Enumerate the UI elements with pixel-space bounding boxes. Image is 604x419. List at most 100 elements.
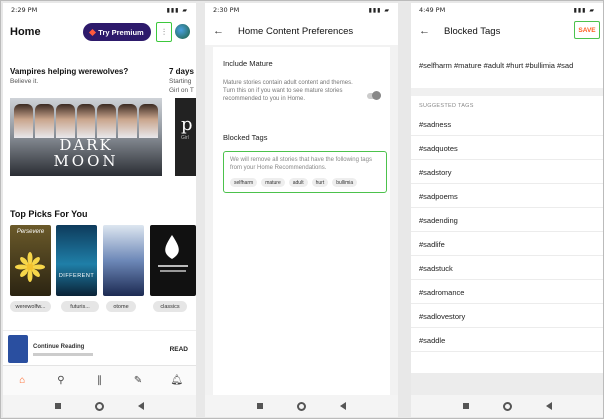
tag-chip: hurt — [311, 178, 329, 187]
story-title[interactable]: Vampires helping werewolves? — [10, 67, 128, 76]
recents-icon[interactable] — [462, 403, 469, 409]
content-preferences-button[interactable]: ⫶ — [156, 22, 172, 42]
suggested-tag-item[interactable]: #sadstuck — [411, 256, 603, 280]
blocked-tags-description: We will remove all stories that have the… — [230, 157, 372, 171]
avatar[interactable] — [175, 24, 190, 39]
write-icon[interactable]: ✎ — [131, 374, 145, 388]
include-mature-toggle[interactable] — [367, 91, 381, 100]
page-title: Blocked Tags — [444, 25, 501, 37]
home-icon[interactable]: ⌂ — [15, 374, 29, 388]
tag-chip: bullimia — [332, 178, 358, 187]
home-nav-icon[interactable] — [502, 401, 512, 411]
status-bar: 2:30 PM ▮▮▮ ▰ — [205, 3, 398, 17]
tag-chip: mature — [261, 178, 285, 187]
pick-tag-chip-4[interactable]: classics — [153, 301, 187, 312]
android-nav-bar — [3, 395, 196, 417]
status-time: 2:30 PM — [213, 6, 240, 14]
cover2-text: Girl — [181, 135, 189, 141]
suggested-tag-item[interactable]: #sadstory — [411, 160, 603, 184]
continue-reading-bar[interactable]: Continue Reading READ — [3, 330, 196, 366]
status-icons: ▮▮▮ ▰ — [166, 6, 188, 14]
premium-diamond-icon — [89, 28, 97, 36]
content-preferences-screen: 2:30 PM ▮▮▮ ▰ ← Home Content Preferences… — [205, 3, 398, 417]
premium-label: Try Premium — [98, 27, 144, 37]
status-bar: 4:49 PM ▮▮▮ ▰ — [411, 3, 603, 17]
back-nav-icon[interactable] — [545, 402, 552, 410]
bottom-tab-bar: ⌂ ⚲ ∥ ✎ 🔔︎ — [3, 365, 196, 395]
suggested-tag-label: #sadending — [419, 216, 458, 225]
suggested-tag-label: #sadlife — [419, 240, 445, 249]
suggested-tag-label: #saddle — [419, 336, 446, 345]
cover2-glyph: p — [181, 114, 193, 135]
divider — [411, 88, 603, 96]
continue-label: Continue Reading — [33, 344, 85, 350]
suggested-tag-label: #sadpoems — [419, 192, 458, 201]
blocked-tags-input[interactable]: #selfharm #mature #adult #hurt #bullimia… — [419, 61, 573, 70]
tag-chip: adult — [288, 178, 308, 187]
pick-cover-3[interactable] — [103, 225, 144, 296]
suggested-tag-item[interactable]: #sadlife — [411, 232, 603, 256]
suggested-tag-item[interactable]: #sadness — [411, 112, 603, 136]
include-mature-heading: Include Mature — [223, 59, 273, 68]
blocked-tags-heading: Blocked Tags — [223, 133, 268, 142]
pick-cover-1[interactable]: Persevere — [10, 225, 51, 296]
library-icon[interactable]: ∥ — [92, 374, 106, 388]
pick-cover-2[interactable]: DIFFERENT — [56, 225, 97, 296]
home-screen: 2:29 PM ▮▮▮ ▰ Home Try Premium ⫶ Vampire… — [3, 3, 196, 417]
story-title-2[interactable]: 7 days — [169, 67, 194, 76]
blocked-tags-field[interactable]: We will remove all stories that have the… — [223, 151, 387, 193]
pick-tag-chip-3[interactable]: otome — [106, 301, 136, 312]
sliders-icon: ⫶ — [162, 26, 166, 37]
continue-progress — [33, 353, 93, 356]
suggested-tag-label: #sadquotes — [419, 144, 458, 153]
status-time: 4:49 PM — [419, 6, 446, 14]
home-nav-icon[interactable] — [297, 401, 306, 411]
pick-tag-chip-1[interactable]: werewolfw... — [10, 301, 51, 312]
search-icon[interactable]: ⚲ — [54, 374, 68, 388]
suggested-tag-label: #sadlovestory — [419, 312, 466, 321]
back-arrow-icon[interactable]: ← — [213, 25, 224, 37]
featured-cover-dark-moon[interactable]: DARK MOON — [10, 98, 162, 176]
flower-art — [15, 252, 45, 282]
tag-chip: selfharm — [230, 178, 258, 187]
status-icons: ▮▮▮ ▰ — [573, 6, 595, 14]
preferences-card: Include Mature Mature stories contain ad… — [213, 47, 390, 395]
cover-title-line2: MOON — [53, 152, 119, 170]
pick-cover-4[interactable] — [150, 225, 196, 296]
save-button[interactable]: SAVE — [574, 21, 600, 39]
blocked-tags-header: ← Blocked Tags SAVE — [411, 17, 603, 45]
recents-icon[interactable] — [257, 403, 263, 409]
try-premium-button[interactable]: Try Premium — [83, 23, 151, 41]
suggested-tag-item[interactable]: #sadlovestory — [411, 304, 603, 328]
blocked-tags-screen: 4:49 PM ▮▮▮ ▰ ← Blocked Tags SAVE #selfh… — [411, 3, 603, 417]
suggested-tag-item[interactable]: #sadending — [411, 208, 603, 232]
android-nav-bar — [205, 395, 398, 417]
page-title: Home Content Preferences — [238, 25, 354, 37]
suggested-tag-item[interactable]: #sadquotes — [411, 136, 603, 160]
story-subtitle-2: Starting — [169, 78, 192, 85]
cover-art — [14, 104, 159, 138]
blocked-tags-list: selfharm mature adult hurt bullimia — [230, 178, 358, 187]
back-nav-icon[interactable] — [340, 402, 346, 410]
suggested-tag-item[interactable]: #saddle — [411, 328, 603, 352]
screenshot-frame: 2:29 PM ▮▮▮ ▰ Home Try Premium ⫶ Vampire… — [0, 0, 604, 419]
page-title: Home — [10, 26, 41, 38]
featured-cover-2[interactable]: p Girl — [175, 98, 196, 176]
suggested-tag-item[interactable]: #sadpoems — [411, 184, 603, 208]
status-bar: 2:29 PM ▮▮▮ ▰ — [3, 3, 196, 17]
pick-tag-chip-2[interactable]: futuris... — [61, 301, 99, 312]
back-arrow-icon[interactable]: ← — [419, 25, 430, 37]
suggested-tag-label: #sadstory — [419, 168, 452, 177]
suggested-tag-item[interactable]: #sadromance — [411, 280, 603, 304]
bell-icon[interactable]: 🔔︎ — [170, 374, 184, 388]
suggested-tag-label: #sadromance — [419, 288, 465, 297]
read-button[interactable]: READ — [170, 346, 188, 353]
back-nav-icon[interactable] — [138, 402, 144, 410]
status-time: 2:29 PM — [11, 6, 38, 14]
home-nav-icon[interactable] — [95, 401, 104, 411]
status-icons: ▮▮▮ ▰ — [368, 6, 390, 14]
suggested-tag-label: #sadness — [419, 120, 452, 129]
recents-icon[interactable] — [55, 403, 61, 409]
story-subtitle: Believe it. — [10, 78, 39, 85]
android-nav-bar — [411, 395, 603, 417]
